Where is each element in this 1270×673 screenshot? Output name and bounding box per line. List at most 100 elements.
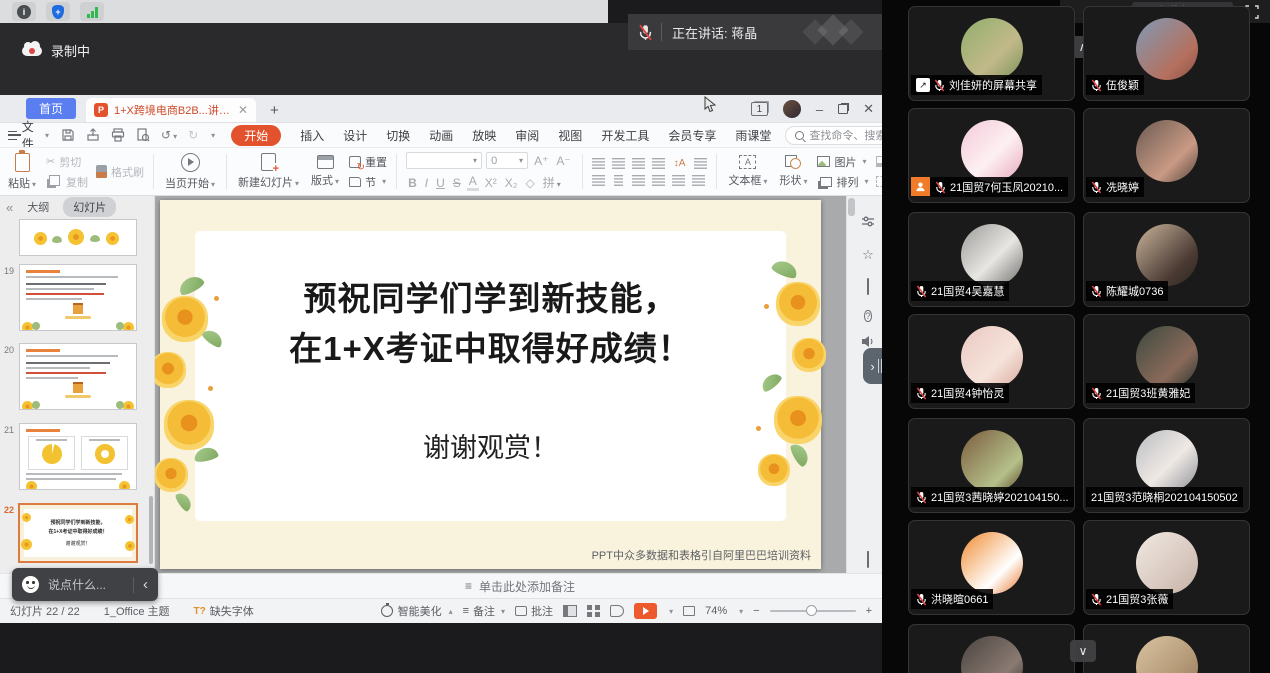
bullets-button[interactable] xyxy=(592,158,605,169)
play-from-current-button[interactable]: 当页开始▾ xyxy=(159,151,221,192)
account-avatar[interactable] xyxy=(783,100,801,118)
outline-tab[interactable]: 大纲 xyxy=(27,199,49,215)
thumbnail-scrollbar[interactable] xyxy=(149,496,153,564)
tab-design[interactable]: 设计 xyxy=(343,127,367,144)
help-icon[interactable]: ? xyxy=(860,307,876,323)
shapes-button[interactable]: 形状▾ xyxy=(773,151,813,192)
italic-button[interactable]: I xyxy=(423,176,430,190)
theme-label[interactable]: 1_Office 主题 xyxy=(104,603,170,619)
new-tab-button[interactable]: + xyxy=(270,104,279,118)
tray-network-button[interactable] xyxy=(80,2,104,21)
reset-slide-button[interactable]: 重置 xyxy=(349,154,387,170)
line-spacing-button[interactable]: ↕A xyxy=(672,158,688,169)
participant-tile[interactable]: 21国贸3范晓桐202104150502 xyxy=(1083,418,1250,513)
tab-membership[interactable]: 会员专享 xyxy=(668,127,716,144)
zoom-percentage[interactable]: 74% xyxy=(705,605,727,617)
reading-view-button[interactable] xyxy=(610,605,624,617)
tab-view[interactable]: 视图 xyxy=(558,127,582,144)
numbering-button[interactable] xyxy=(612,158,625,169)
print-preview-icon[interactable] xyxy=(136,128,150,142)
tab-rain-classroom[interactable]: 雨课堂 xyxy=(735,127,771,144)
participant-tile[interactable]: 冼晓婷 xyxy=(1083,108,1250,203)
chat-quick-input[interactable]: 说点什么... ‹ xyxy=(12,568,158,601)
participant-tile[interactable]: ↗ 刘佳妍的屏幕共享 xyxy=(908,6,1075,101)
notes-toggle-button[interactable]: ≡ 备注▾ xyxy=(463,603,505,619)
zoom-slider[interactable] xyxy=(770,610,856,612)
participant-tile[interactable]: 21国贸3茜晓婷202104150... xyxy=(908,418,1075,513)
tab-home[interactable]: 开始 xyxy=(231,125,281,146)
document-count-badge[interactable]: 1 xyxy=(751,102,768,116)
print-icon[interactable] xyxy=(111,128,125,142)
properties-sliders-icon[interactable] xyxy=(860,215,876,231)
zoom-in-button[interactable]: + xyxy=(866,605,872,617)
thumbnail-slide-22-selected[interactable]: 预祝同学们学到新技能， 在1+X考证中取得好成绩！ 谢谢观赏！ xyxy=(18,503,138,563)
decrease-font-button[interactable]: A⁻ xyxy=(554,154,572,168)
play-options-icon[interactable]: ▾ xyxy=(669,607,673,616)
slide-22[interactable]: 预祝同学们学到新技能， 在1+X考证中取得好成绩！ 谢谢观赏！ PPT中众多数据… xyxy=(160,200,821,569)
thumbnail-slide-21[interactable] xyxy=(19,423,137,490)
columns-button[interactable] xyxy=(692,175,705,186)
participant-tile[interactable]: 21国贸4钟怡灵 xyxy=(908,314,1075,409)
increase-font-button[interactable]: A⁺ xyxy=(532,154,550,168)
phonetic-guide-button[interactable]: 拼▾ xyxy=(541,174,563,191)
format-painter-button[interactable]: 格式刷 xyxy=(96,164,144,180)
tab-animation[interactable]: 动画 xyxy=(429,127,453,144)
participant-tile[interactable]: 洪晓暄0661 xyxy=(908,520,1075,615)
zoom-out-button[interactable]: − xyxy=(753,605,759,617)
slides-tab[interactable]: 幻灯片 xyxy=(63,197,116,217)
participant-tile[interactable]: 21国贸3张薇 xyxy=(1083,520,1250,615)
cut-button[interactable]: ✂剪切 xyxy=(46,154,88,170)
save-icon[interactable] xyxy=(61,128,75,142)
minimize-button[interactable]: – xyxy=(816,102,823,117)
thumbnail-slide-18-partial[interactable] xyxy=(19,219,137,256)
strikethrough-button[interactable]: S xyxy=(451,176,463,190)
arrange-button[interactable]: 排列▾ xyxy=(817,174,868,190)
text-box-button[interactable]: A 文本框▾ xyxy=(722,151,773,192)
comments-button[interactable]: 批注 xyxy=(515,603,553,619)
indent-decrease-button[interactable] xyxy=(632,158,645,169)
tab-slideshow[interactable]: 放映 xyxy=(472,127,496,144)
slide-layout-button[interactable]: 版式▾ xyxy=(305,151,345,192)
close-tab-icon[interactable]: ✕ xyxy=(238,103,248,117)
thumbnail-slide-20[interactable] xyxy=(19,343,137,410)
beautify-star-icon[interactable]: ☆ xyxy=(860,247,876,263)
section-button[interactable]: 节▾ xyxy=(349,174,387,190)
tab-review[interactable]: 审阅 xyxy=(515,127,539,144)
collapse-panel-icon[interactable]: « xyxy=(6,200,13,215)
zoom-slider-knob[interactable] xyxy=(806,605,817,616)
tab-insert[interactable]: 插入 xyxy=(300,127,324,144)
restore-button[interactable] xyxy=(838,104,848,114)
participant-tile[interactable]: 21国贸4吴嘉慧 xyxy=(908,212,1075,307)
align-center-button[interactable] xyxy=(612,175,625,186)
redo-icon[interactable]: ↻ xyxy=(188,128,198,142)
clear-format-button[interactable]: ◇ xyxy=(523,176,536,190)
paste-button[interactable]: 粘贴▾ xyxy=(2,153,42,191)
slides-pages-icon[interactable] xyxy=(860,279,876,295)
participant-tile[interactable] xyxy=(908,624,1075,673)
participant-tile[interactable]: 21国贸3班黄雅妃 xyxy=(1083,314,1250,409)
emoji-icon[interactable] xyxy=(22,576,39,593)
participant-tile[interactable]: 陈耀城0736 xyxy=(1083,212,1250,307)
slide-sorter-view-button[interactable] xyxy=(587,605,600,617)
tab-transition[interactable]: 切换 xyxy=(386,127,410,144)
slideshow-play-button[interactable] xyxy=(634,603,657,619)
tab-devtools[interactable]: 开发工具 xyxy=(601,127,649,144)
missing-font-button[interactable]: T? 缺失字体 xyxy=(194,603,254,619)
fit-window-icon[interactable] xyxy=(683,606,695,616)
superscript-button[interactable]: X² xyxy=(483,176,499,190)
font-size-select[interactable]: 0▾ xyxy=(486,152,528,169)
document-tab[interactable]: P 1+X跨境电商B2B...讲会2022-9-6 ✕ xyxy=(86,98,256,122)
align-right-button[interactable] xyxy=(632,175,645,186)
thumbnail-slide-19[interactable] xyxy=(19,264,137,331)
copy-button[interactable]: 复制 xyxy=(46,174,88,190)
collapse-chat-icon[interactable]: ‹ xyxy=(143,578,148,592)
align-left-button[interactable] xyxy=(592,175,605,186)
more-commands-icon[interactable]: ▾ xyxy=(211,131,215,140)
distribute-button[interactable] xyxy=(672,175,685,186)
text-direction-button[interactable] xyxy=(694,158,707,169)
underline-button[interactable]: U xyxy=(434,176,447,190)
export-icon[interactable] xyxy=(86,128,100,142)
home-tab-button[interactable]: 首页 xyxy=(26,98,76,119)
participant-tile[interactable]: 21国贸7何玉凤20210... xyxy=(908,108,1075,203)
canvas-scrollbar[interactable] xyxy=(848,198,855,216)
